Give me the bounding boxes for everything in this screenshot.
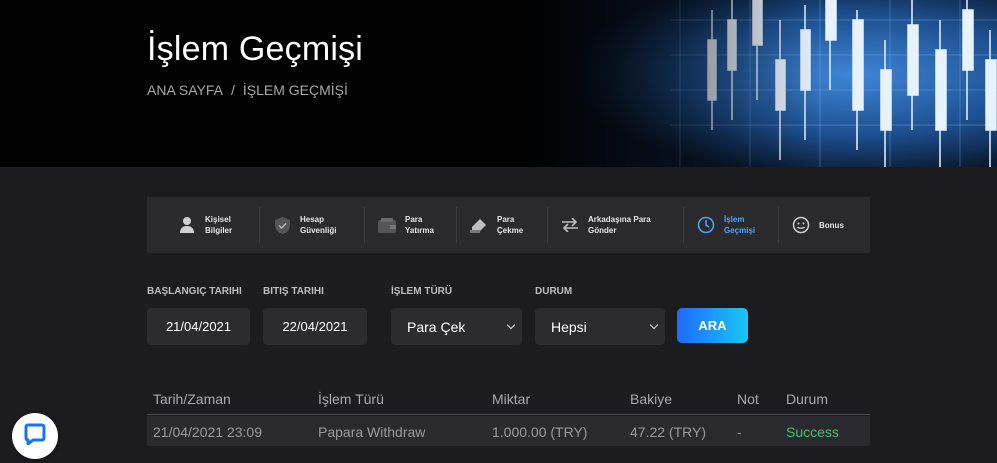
cell-type: Papara Withdraw [318, 424, 426, 440]
status-select[interactable]: Hepsi [535, 308, 665, 345]
main-content: Kişisel Bilgiler Hesap Güvenliği Para Ya… [0, 167, 997, 463]
status-value: Hepsi [551, 318, 587, 335]
status-label: DURUM [535, 286, 573, 297]
tab-account-security[interactable]: Hesap Güvenliği [259, 207, 364, 243]
withdraw-icon [469, 215, 489, 235]
user-icon [177, 215, 197, 235]
start-date-field[interactable]: 21/04/2021 [147, 308, 250, 345]
column-header-type: İşlem Türü [318, 391, 384, 407]
column-header-balance: Bakiye [630, 391, 673, 407]
tab-label: İşlem Geçmişi [724, 215, 756, 235]
transaction-type-label: İŞLEM TÜRÜ [391, 286, 453, 297]
breadcrumb: ANA SAYFA / İŞLEM GEÇMİŞİ [147, 82, 348, 98]
cell-note: - [737, 424, 742, 440]
transaction-type-value: Para Çek [407, 318, 466, 335]
tab-label: Arkadaşına Para Gönder [588, 215, 651, 235]
end-date-field[interactable]: 22/04/2021 [263, 308, 367, 345]
tab-bonus[interactable]: Bonus [778, 207, 870, 243]
cell-status: Success [786, 424, 839, 440]
account-tabs: Kişisel Bilgiler Hesap Güvenliği Para Ya… [147, 197, 870, 253]
live-chat-button[interactable] [12, 413, 58, 459]
smile-icon [791, 215, 811, 235]
cell-balance: 47.22 (TRY) [630, 424, 706, 440]
search-button[interactable]: ARA [677, 308, 748, 343]
breadcrumb-current: İŞLEM GEÇMİŞİ [242, 82, 348, 98]
column-header-datetime: Tarih/Zaman [153, 391, 231, 407]
shield-icon [272, 215, 292, 235]
tab-label: Hesap Güvenliği [300, 215, 337, 235]
tab-withdraw[interactable]: Para Çekme [456, 207, 547, 243]
cell-amount: 1.000.00 (TRY) [492, 424, 588, 440]
page-hero: İşlem Geçmişi ANA SAYFA / İŞLEM GEÇMİŞİ [0, 0, 997, 167]
tab-label: Para Yatırma [405, 215, 434, 235]
start-date-label: BAŞLANGIÇ TARIHI [147, 286, 242, 297]
chat-bubble-icon [24, 423, 46, 450]
table-row: 21/04/2021 23:09 Papara Withdraw 1.000.0… [147, 416, 870, 446]
breadcrumb-separator: / [231, 82, 235, 98]
cell-datetime: 21/04/2021 23:09 [153, 424, 262, 440]
tab-label: Para Çekme [497, 215, 524, 235]
tab-send-money[interactable]: Arkadaşına Para Gönder [547, 207, 683, 243]
tab-label: Bonus [819, 220, 844, 230]
page-title: İşlem Geçmişi [147, 30, 364, 68]
tab-deposit[interactable]: Para Yatırma [364, 207, 456, 243]
end-date-label: BITIŞ TARIHI [263, 286, 324, 297]
table-header: Tarih/Zaman İşlem Türü Miktar Bakiye Not… [147, 385, 870, 415]
tab-transaction-history[interactable]: İşlem Geçmişi [683, 207, 778, 243]
transfer-icon [560, 215, 580, 235]
tab-label: Kişisel Bilgiler [205, 215, 233, 235]
column-header-status: Durum [786, 391, 829, 407]
column-header-note: Not [737, 391, 759, 407]
column-header-amount: Miktar [492, 391, 531, 407]
wallet-icon [377, 215, 397, 235]
transaction-type-select[interactable]: Para Çek [391, 308, 522, 345]
breadcrumb-home-link[interactable]: ANA SAYFA [147, 82, 223, 98]
chevron-down-icon [506, 320, 516, 330]
history-icon [696, 215, 716, 235]
tab-personal-info[interactable]: Kişisel Bilgiler [147, 207, 259, 243]
chevron-down-icon [649, 320, 659, 330]
hero-candlestick-image [520, 0, 997, 167]
